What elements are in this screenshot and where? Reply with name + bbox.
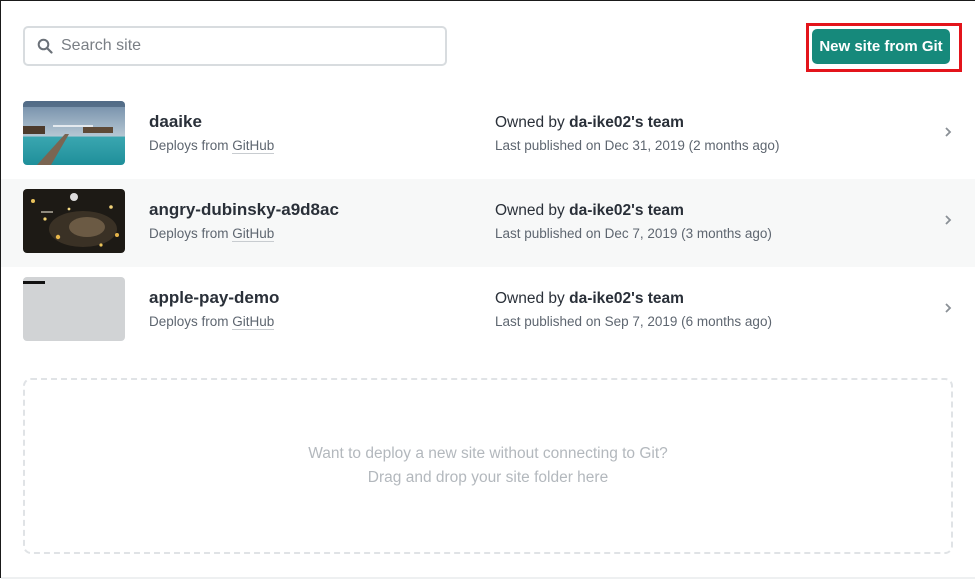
deploy-prefix: Deploys from <box>149 314 233 329</box>
search-icon <box>37 38 53 54</box>
last-published: Last published on Sep 7, 2019 (6 months … <box>495 314 772 329</box>
site-thumbnail <box>23 189 125 253</box>
last-published: Last published on Dec 7, 2019 (3 months … <box>495 226 772 241</box>
chevron-right-icon[interactable] <box>944 303 952 313</box>
drag-drop-zone[interactable]: Want to deploy a new site without connec… <box>23 378 953 554</box>
deploy-prefix: Deploys from <box>149 226 233 241</box>
owner-team: da-ike02's team <box>569 290 684 307</box>
new-site-from-git-button[interactable]: New site from Git <box>812 29 950 64</box>
chevron-right-icon[interactable] <box>944 127 952 137</box>
site-owner: Owned by da-ike02's team <box>495 290 684 308</box>
site-list: daaike Deploys from GitHub Owned by da-i… <box>1 91 975 355</box>
site-row[interactable]: angry-dubinsky-a9d8ac Deploys from GitHu… <box>1 179 975 267</box>
search-box[interactable] <box>23 26 447 66</box>
site-name[interactable]: daaike <box>149 112 202 132</box>
owner-prefix: Owned by <box>495 290 570 307</box>
deploy-source: Deploys from GitHub <box>149 226 275 242</box>
site-owner: Owned by da-ike02's team <box>495 114 684 132</box>
dropzone-instruction: Drag and drop your site folder here <box>367 469 609 486</box>
owner-prefix: Owned by <box>495 202 570 219</box>
site-owner: Owned by da-ike02's team <box>495 202 684 220</box>
search-input[interactable] <box>61 37 421 55</box>
site-thumbnail <box>23 277 125 341</box>
last-published: Last published on Dec 31, 2019 (2 months… <box>495 138 780 153</box>
github-link[interactable]: GitHub <box>232 314 275 330</box>
owner-prefix: Owned by <box>495 114 570 131</box>
deploy-prefix: Deploys from <box>149 138 233 153</box>
owner-team: da-ike02's team <box>569 114 684 131</box>
site-row[interactable]: apple-pay-demo Deploys from GitHub Owned… <box>1 267 975 355</box>
deploy-source: Deploys from GitHub <box>149 138 275 154</box>
github-link[interactable]: GitHub <box>232 226 275 242</box>
owner-team: da-ike02's team <box>569 202 684 219</box>
chevron-right-icon[interactable] <box>944 215 952 225</box>
site-name[interactable]: angry-dubinsky-a9d8ac <box>149 200 339 220</box>
site-name[interactable]: apple-pay-demo <box>149 288 279 308</box>
site-thumbnail <box>23 101 125 165</box>
github-link[interactable]: GitHub <box>232 138 275 154</box>
deploy-source: Deploys from GitHub <box>149 314 275 330</box>
site-row[interactable]: daaike Deploys from GitHub Owned by da-i… <box>1 91 975 179</box>
dropzone-prompt: Want to deploy a new site without connec… <box>308 445 668 462</box>
highlight-box: New site from Git <box>806 23 962 72</box>
sites-panel: New site from Git <box>0 0 975 579</box>
toolbar: New site from Git <box>23 23 962 72</box>
